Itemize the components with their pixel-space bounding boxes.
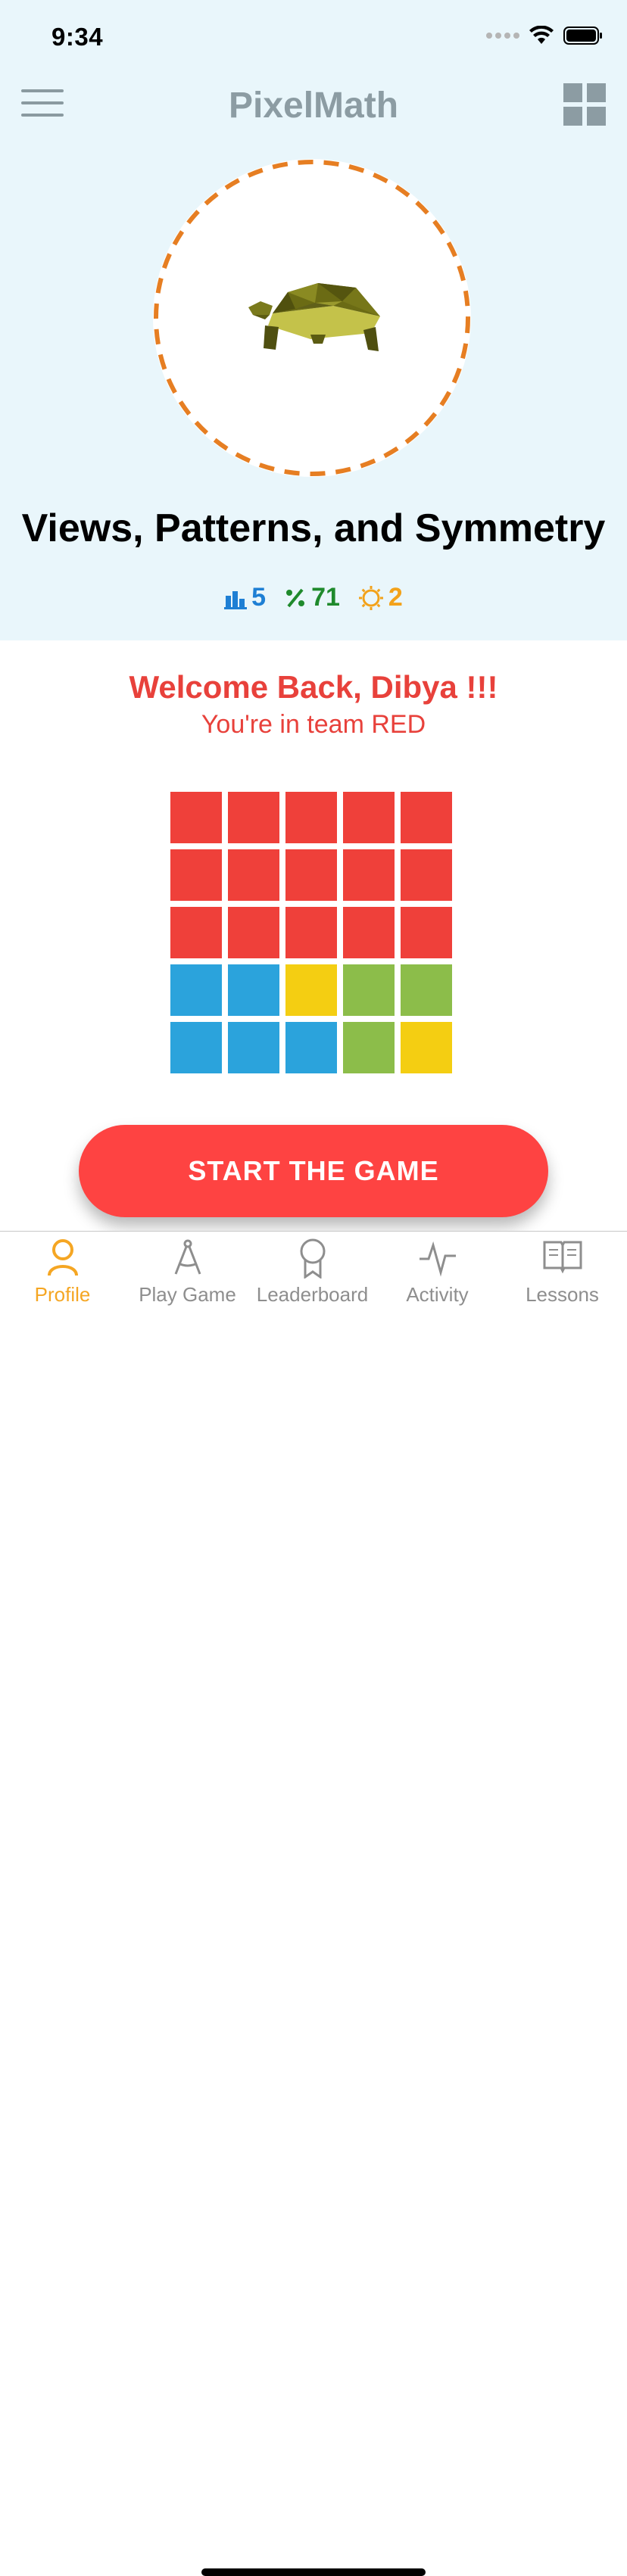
team-pixel-grid [170,792,452,1073]
activity-pulse-icon [419,1241,456,1277]
grid-cell [228,964,279,1016]
profile-header-area: 9:34 PixelMath Views, Patterns, and Symm… [0,0,627,640]
status-time: 9:34 [51,23,104,51]
grid-cell [228,792,279,843]
lesson-title: Views, Patterns, and Symmetry [21,506,606,550]
grid-view-icon[interactable] [563,83,606,126]
battery-icon [563,26,602,45]
tab-bar: Profile Play Game Leaderboard Activity L… [0,1231,627,2576]
grid-cell [285,1022,337,1073]
grid-cell [401,792,452,843]
grid-cell [170,964,222,1016]
grid-cell [170,849,222,901]
grid-cell [228,907,279,958]
tab-label: Lessons [526,1283,599,1306]
stat-level-value: 5 [251,583,267,612]
profile-icon [47,1239,78,1276]
open-book-icon [543,1241,582,1274]
tab-label: Profile [34,1283,91,1306]
bar-chart-icon [224,590,248,609]
turtle-icon [248,283,380,351]
grid-cell [170,907,222,958]
stats-row: 5 71 2 [0,583,627,612]
wifi-icon [529,26,554,44]
award-ribbon-icon [300,1238,325,1279]
stat-percent-value: 71 [311,583,340,612]
tab-activity[interactable]: Activity [375,1232,500,1315]
grid-cell [343,849,395,901]
sun-icon [358,585,383,610]
percent-icon [286,588,305,607]
tab-label: Leaderboard [256,1283,369,1306]
grid-cell [170,1022,222,1073]
grid-cell [401,964,452,1016]
welcome-headline: Welcome Back, Dibya !!! [129,669,498,705]
tab-lessons[interactable]: Lessons [500,1232,625,1315]
avatar[interactable] [153,159,471,477]
grid-cell [170,792,222,843]
cellular-signal-icon [486,33,519,39]
grid-cell [343,964,395,1016]
grid-cell [343,907,395,958]
tab-profile[interactable]: Profile [0,1232,125,1315]
grid-cell [285,849,337,901]
stat-level: 5 [224,583,266,612]
tab-label: Activity [406,1283,469,1306]
grid-cell [343,1022,395,1073]
stat-sun-value: 2 [388,583,403,612]
tab-leaderboard[interactable]: Leaderboard [250,1232,375,1315]
home-indicator [201,2568,426,2576]
grid-cell [285,792,337,843]
team-text: You're in team RED [201,710,426,739]
status-indicators [486,26,603,45]
grid-cell [285,964,337,1016]
stat-percent: 71 [284,583,340,612]
grid-cell [228,1022,279,1073]
grid-cell [343,792,395,843]
tab-play-game[interactable]: Play Game [125,1232,250,1315]
app-title: PixelMath [228,86,399,126]
compass-icon [174,1239,201,1275]
stat-sun: 2 [358,583,403,612]
grid-cell [401,907,452,958]
start-game-button[interactable]: START THE GAME [79,1125,548,1217]
grid-cell [401,1022,452,1073]
grid-cell [228,849,279,901]
grid-cell [285,907,337,958]
tab-label: Play Game [139,1283,236,1306]
grid-cell [401,849,452,901]
